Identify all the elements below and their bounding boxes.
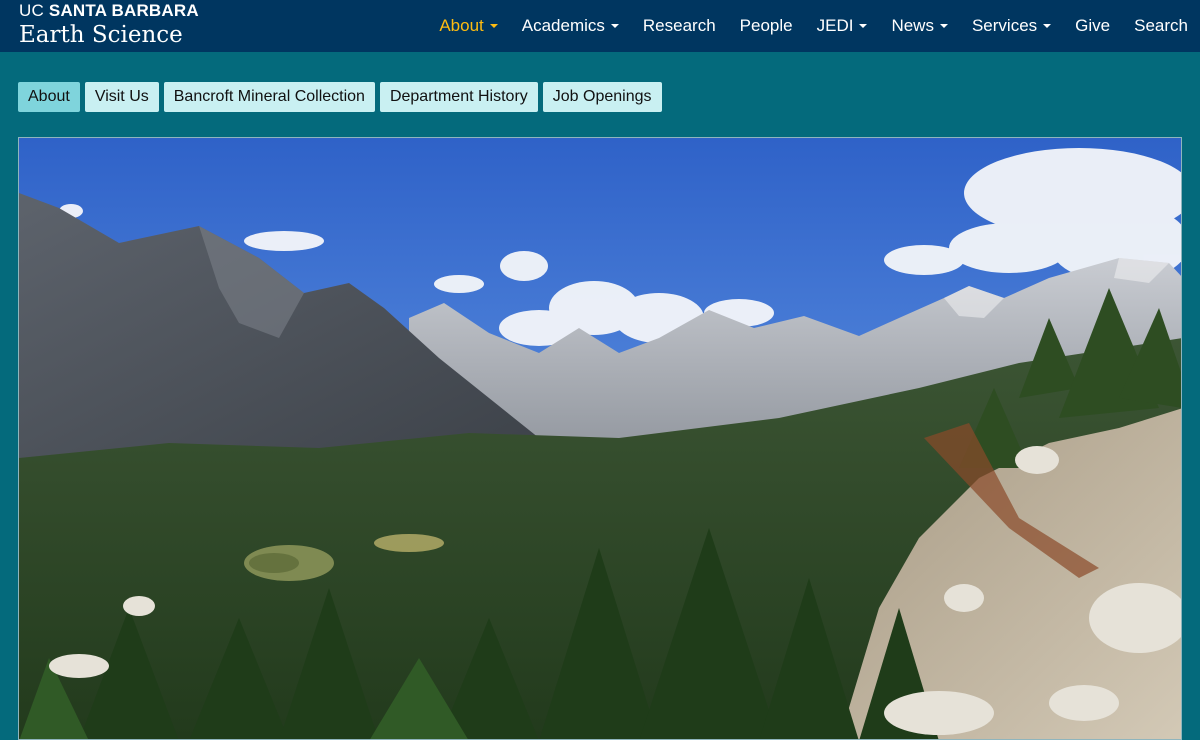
nav-item-academics[interactable]: Academics xyxy=(510,16,631,36)
nav-item-about[interactable]: About xyxy=(427,16,509,36)
subtab-visit-us[interactable]: Visit Us xyxy=(84,82,159,112)
nav-item-services[interactable]: Services xyxy=(960,16,1063,36)
nav-label: Academics xyxy=(521,16,605,35)
mountain-landscape-illustration xyxy=(19,138,1181,739)
site-logo[interactable]: UC SANTA BARBARA Earth Science xyxy=(19,1,199,50)
nav-label: About xyxy=(439,16,484,35)
chevron-down-icon xyxy=(859,24,868,28)
section-subnav: About Visit Us Bancroft Mineral Collecti… xyxy=(18,82,662,112)
wordmark-uc: UC xyxy=(19,1,44,20)
university-wordmark: UC SANTA BARBARA xyxy=(19,1,199,20)
chevron-down-icon xyxy=(489,24,498,28)
main-nav: About Academics Research People JEDI New… xyxy=(427,0,1200,52)
subtab-bancroft-mineral-collection[interactable]: Bancroft Mineral Collection xyxy=(163,82,375,112)
nav-item-jedi[interactable]: JEDI xyxy=(805,16,880,36)
chevron-down-icon xyxy=(939,24,948,28)
site-header: UC SANTA BARBARA Earth Science About Aca… xyxy=(0,0,1200,52)
nav-label: News xyxy=(891,16,934,35)
department-name: Earth Science xyxy=(19,22,183,48)
chevron-down-icon xyxy=(610,24,619,28)
nav-label: Give xyxy=(1075,16,1111,35)
nav-item-people[interactable]: People xyxy=(728,16,805,36)
nav-item-news[interactable]: News xyxy=(879,16,960,36)
subtab-about[interactable]: About xyxy=(18,82,80,112)
nav-label: Services xyxy=(971,16,1038,35)
nav-item-search[interactable]: Search xyxy=(1122,16,1200,36)
nav-label: JEDI xyxy=(816,16,854,35)
nav-label: Search xyxy=(1134,16,1188,35)
nav-label: Research xyxy=(642,16,716,35)
subtab-job-openings[interactable]: Job Openings xyxy=(542,82,662,112)
nav-label: People xyxy=(739,16,793,35)
subtab-department-history[interactable]: Department History xyxy=(379,82,538,112)
nav-item-give[interactable]: Give xyxy=(1063,16,1122,36)
hero-landscape-image xyxy=(18,137,1182,740)
chevron-down-icon xyxy=(1043,24,1052,28)
wordmark-santa-barbara: SANTA BARBARA xyxy=(48,1,199,20)
nav-item-research[interactable]: Research xyxy=(631,16,728,36)
